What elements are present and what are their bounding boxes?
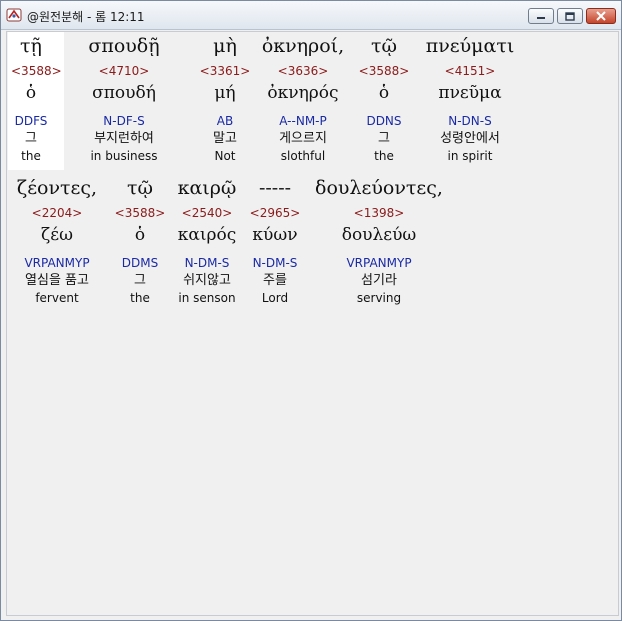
korean-gloss: 그 <box>134 273 146 288</box>
strong-number: <3588> <box>358 64 410 78</box>
korean-gloss: 성령안에서 <box>440 131 500 146</box>
strong-number: <3588> <box>114 206 166 220</box>
parsing-code: AB <box>216 114 234 128</box>
maximize-icon <box>565 11 575 21</box>
english-gloss: slothful <box>280 149 326 163</box>
strong-number: <4151> <box>444 64 496 78</box>
lemma: κύων <box>252 225 298 245</box>
greek-word: πνεύματι <box>425 35 515 57</box>
word-column[interactable]: ζέοντες, <2204> ζέω VRPANMYP 열심을 품고 ferv… <box>7 174 107 306</box>
parsing-code: DDNS <box>366 114 402 128</box>
app-icon <box>6 8 22 22</box>
english-gloss: in senson <box>178 291 236 305</box>
lemma: καιρός <box>177 225 237 245</box>
word-column[interactable]: σπουδῇ <4710> σπουδή N-DF-S 부지런하여 in bus… <box>79 32 169 164</box>
parsing-code: N-DM-S <box>252 256 298 270</box>
strong-number: <3636> <box>277 64 329 78</box>
lemma: δουλεύω <box>341 225 417 245</box>
parsing-code: DDMS <box>121 256 159 270</box>
word-column[interactable]: ----- <2965> κύων N-DM-S 주를 Lord <box>247 174 303 306</box>
korean-gloss: 열심을 품고 <box>25 273 89 288</box>
greek-word: καιρῷ <box>177 177 237 199</box>
lemma: ὀκνηρός <box>267 83 339 103</box>
strong-number: <3361> <box>199 64 251 78</box>
lemma: ζέω <box>41 225 73 245</box>
minimize-button[interactable] <box>528 8 554 24</box>
word-column[interactable]: πνεύματι <4151> πνεῦμα N-DN-S 성령안에서 in s… <box>415 32 525 164</box>
interlinear-panel[interactable]: τῇ <3588> ὁ DDFS 그 the σπουδῇ <4710> σπο… <box>6 31 619 616</box>
korean-gloss: 주를 <box>263 273 287 288</box>
korean-gloss: 게으르지 <box>279 131 327 146</box>
korean-gloss: 섬기라 <box>361 273 397 288</box>
parsing-code: VRPANMYP <box>346 256 412 270</box>
english-gloss: Lord <box>261 291 289 305</box>
minimize-icon <box>537 17 545 19</box>
strong-number: <2204> <box>31 206 83 220</box>
greek-word: τῇ <box>20 35 42 57</box>
greek-word: τῷ <box>370 35 397 57</box>
english-gloss: fervent <box>35 291 79 305</box>
parsing-code: N-DF-S <box>103 114 145 128</box>
korean-gloss: 말고 <box>213 131 237 146</box>
english-gloss: in spirit <box>447 149 493 163</box>
parsing-code: DDFS <box>14 114 48 128</box>
english-gloss: in business <box>90 149 158 163</box>
parsing-code: VRPANMYP <box>24 256 90 270</box>
english-gloss: the <box>21 149 41 163</box>
close-button[interactable] <box>586 8 616 24</box>
greek-word: τῷ <box>126 177 153 199</box>
lemma: ὁ <box>134 225 146 245</box>
strong-number: <3588> <box>11 64 62 78</box>
korean-gloss: 그 <box>25 131 37 146</box>
word-column[interactable]: μὴ <3361> μή AB 말고 Not <box>197 32 253 164</box>
word-column[interactable]: τῷ <3588> ὁ DDNS 그 the <box>357 32 411 164</box>
korean-gloss: 쉬지않고 <box>183 273 231 288</box>
greek-word: δουλεύοντες, <box>315 177 443 199</box>
english-gloss: serving <box>356 291 402 305</box>
english-gloss: Not <box>214 149 236 163</box>
parsing-code: N-DN-S <box>448 114 492 128</box>
word-column[interactable]: τῇ <3588> ὁ DDFS 그 the <box>11 32 62 164</box>
greek-word: ----- <box>258 177 292 199</box>
lemma: ὁ <box>378 83 390 103</box>
greek-word: σπουδῇ <box>88 35 160 57</box>
app-window: @원전분해 - 롬 12:11 τῇ <3588> ὁ DDFS 그 the σ… <box>0 0 622 621</box>
lemma: σπουδή <box>92 83 156 103</box>
word-column[interactable]: τῷ <3588> ὁ DDMS 그 the <box>113 174 167 306</box>
close-icon <box>596 11 606 21</box>
parsing-code: N-DM-S <box>184 256 230 270</box>
lemma: ὁ <box>25 83 37 103</box>
korean-gloss: 부지런하여 <box>94 131 154 146</box>
strong-number: <2965> <box>249 206 301 220</box>
greek-word: μὴ <box>213 35 237 57</box>
english-gloss: the <box>130 291 150 305</box>
window-title: @원전분해 - 롬 12:11 <box>27 10 145 24</box>
word-column[interactable]: καιρῷ <2540> καιρός N-DM-S 쉬지않고 in senso… <box>171 174 243 306</box>
title-bar[interactable]: @원전분해 - 롬 12:11 <box>1 1 621 30</box>
strong-number: <4710> <box>98 64 150 78</box>
korean-gloss: 그 <box>378 131 390 146</box>
english-gloss: the <box>374 149 394 163</box>
word-column[interactable]: δουλεύοντες, <1398> δουλεύω VRPANMYP 섬기라… <box>309 174 449 306</box>
strong-number: <2540> <box>181 206 233 220</box>
strong-number: <1398> <box>353 206 405 220</box>
greek-word: ὀκνηροί, <box>261 35 345 57</box>
lemma: πνεῦμα <box>438 83 502 103</box>
maximize-button[interactable] <box>557 8 583 24</box>
lemma: μή <box>214 83 236 103</box>
parsing-code: A--NM-P <box>279 114 327 128</box>
word-column[interactable]: ὀκνηροί, <3636> ὀκνηρός A--NM-P 게으르지 slo… <box>258 32 348 164</box>
greek-word: ζέοντες, <box>16 177 98 199</box>
